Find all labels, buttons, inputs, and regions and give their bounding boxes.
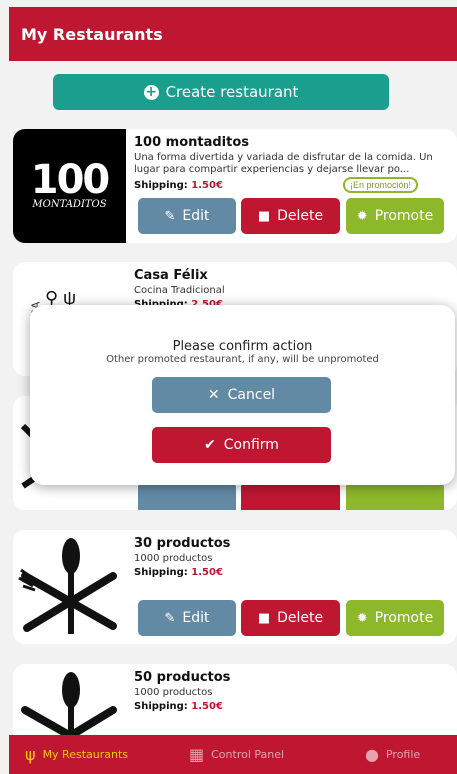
restaurant-name: 100 montaditos (134, 135, 250, 150)
promote-button[interactable]: ✹ Promote (346, 600, 444, 636)
bottom-nav: ψ My Restaurants ▦ Control Panel ● Profi… (9, 735, 457, 774)
app-header: My Restaurants (9, 7, 457, 61)
pencil-icon: ✎ (164, 610, 176, 626)
close-icon: ✕ (207, 387, 220, 403)
shipping-info: Shipping: 1.50€ (134, 701, 223, 712)
logo-text-montaditos: MONTADITOS (32, 199, 107, 210)
cancel-button[interactable]: ✕ Cancel (152, 377, 331, 413)
shipping-info: Shipping: 1.50€ (134, 567, 223, 578)
shipping-price: 1.50€ (191, 567, 223, 578)
restaurant-logo (13, 530, 126, 644)
restaurant-description: 1000 productos (134, 687, 213, 698)
create-restaurant-button[interactable]: + Create restaurant (53, 74, 389, 110)
cutlery-icon (18, 538, 117, 634)
page-title: My Restaurants (21, 25, 163, 44)
nav-item-my-restaurants[interactable]: ψ My Restaurants (25, 735, 128, 774)
restaurant-card[interactable]: 100 MONTADITOS 100 montaditos Una forma … (13, 129, 457, 243)
trash-icon: ■ (257, 610, 271, 626)
promote-button[interactable]: ✹ Promote (346, 198, 444, 234)
dialog-subtitle: Other promoted restaurant, if any, will … (106, 354, 379, 365)
check-icon: ✔ (204, 437, 216, 453)
promote-label: Promote (374, 208, 434, 224)
create-restaurant-label: Create restaurant (165, 83, 299, 101)
delete-label: Delete (277, 610, 324, 626)
confirm-button[interactable]: ✔ Confirm (152, 427, 331, 463)
edit-button[interactable]: ✎ Edit (138, 198, 236, 234)
restaurant-description: Una forma divertida y variada de disfrut… (134, 152, 433, 175)
nav-label: Profile (385, 748, 421, 761)
restaurant-card[interactable]: 30 productos 1000 productos Shipping: 1.… (13, 530, 457, 644)
cancel-label: Cancel (227, 387, 276, 403)
edit-button[interactable] (138, 482, 236, 510)
confirm-dialog: Please confirm action Other promoted res… (30, 305, 455, 485)
promotion-badge: ¡En promoción! (343, 177, 419, 193)
restaurant-description: 1000 productos (134, 553, 213, 564)
restaurant-name: 50 productos (134, 670, 231, 685)
delete-label: Delete (277, 208, 324, 224)
shipping-info: Shipping: 1.50€ (134, 180, 223, 191)
trash-icon: ■ (257, 208, 271, 224)
restaurant-name: 30 productos (134, 536, 231, 551)
nav-item-profile[interactable]: ● Profile (365, 735, 420, 774)
edit-button[interactable]: ✎ Edit (138, 600, 236, 636)
edit-label: Edit (182, 208, 210, 224)
confirm-label: Confirm (223, 437, 279, 453)
dashboard-icon: ▦ (189, 745, 205, 764)
nav-label: My Restaurants (42, 748, 129, 761)
badge-icon: ✹ (356, 208, 368, 224)
user-circle-icon: ● (365, 745, 379, 764)
cutlery-icon (21, 672, 117, 735)
nav-label: Control Panel (211, 748, 285, 761)
promote-button[interactable] (346, 482, 444, 510)
dialog-title: Please confirm action (172, 339, 313, 354)
restaurant-name: Casa Félix (134, 268, 208, 283)
restaurant-card[interactable]: 50 productos 1000 productos Shipping: 1.… (13, 664, 457, 735)
shipping-label: Shipping: (134, 180, 188, 191)
shipping-label: Shipping: (134, 701, 188, 712)
shipping-label: Shipping: (134, 567, 188, 578)
shipping-price: 1.50€ (191, 180, 223, 191)
restaurant-logo (13, 664, 126, 735)
badge-icon: ✹ (356, 610, 368, 626)
restaurant-description: Cocina Tradicional (134, 285, 225, 296)
promote-label: Promote (374, 610, 434, 626)
logo-text-100: 100 (30, 157, 111, 203)
restaurant-logo: 100 MONTADITOS (13, 129, 126, 243)
edit-label: Edit (182, 610, 210, 626)
fork-knife-icon: ψ (25, 745, 36, 764)
pencil-icon: ✎ (164, 208, 176, 224)
nav-item-control-panel[interactable]: ▦ Control Panel (189, 735, 284, 774)
shipping-price: 1.50€ (191, 701, 223, 712)
plus-circle-icon: + (143, 83, 159, 100)
delete-button[interactable] (241, 482, 340, 510)
delete-button[interactable]: ■ Delete (241, 600, 340, 636)
delete-button[interactable]: ■ Delete (241, 198, 340, 234)
